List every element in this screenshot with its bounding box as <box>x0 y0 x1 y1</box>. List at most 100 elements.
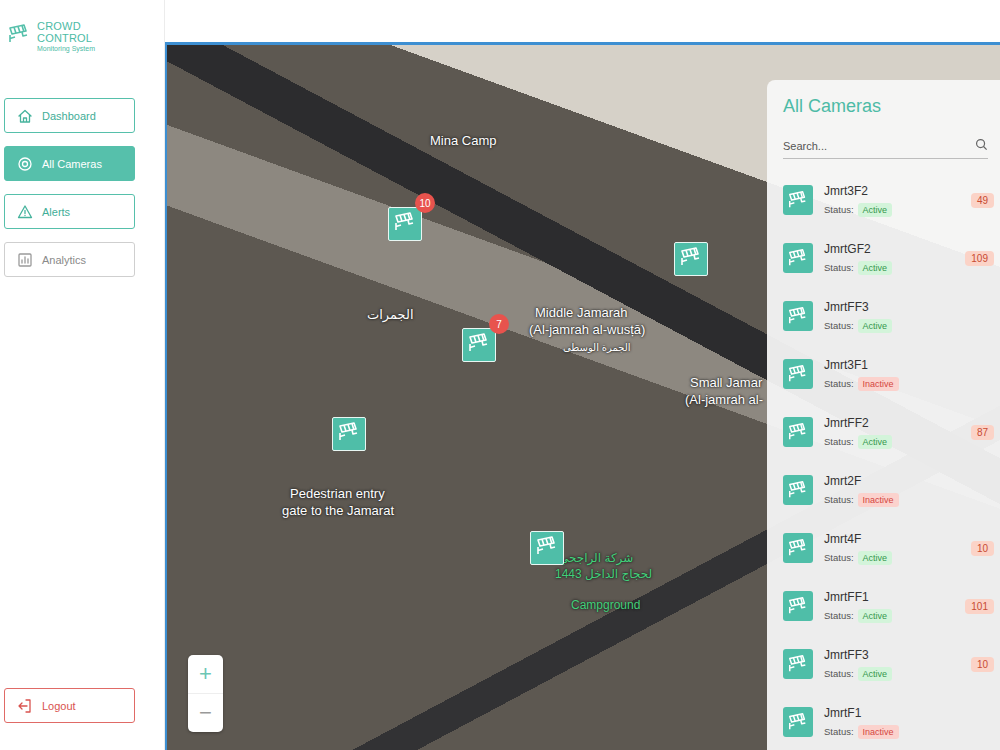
camera-name: JmrtF1 <box>824 706 899 720</box>
camera-icon <box>783 591 813 621</box>
status-label: Status: <box>824 262 854 273</box>
camera-pin[interactable] <box>674 242 708 276</box>
camera-icon <box>783 533 813 563</box>
camera-info: JmrtFF3Status:Active <box>824 648 892 681</box>
camera-pin[interactable]: 10 <box>388 207 422 241</box>
camera-name: JmrtGF2 <box>824 242 892 256</box>
camera-icon <box>783 417 813 447</box>
camera-icon <box>17 156 33 172</box>
camera-icon <box>393 210 417 238</box>
camera-row[interactable]: Jmrt3F1 Status:Inactive <box>783 345 994 403</box>
camera-row[interactable]: JmrtFF3Status:Active 10 <box>783 635 994 693</box>
camera-icon <box>783 185 813 215</box>
pin-badge: 10 <box>415 193 435 213</box>
camera-icon <box>783 475 813 505</box>
status-pill: Inactive <box>858 725 899 739</box>
map-label: Mina Camp <box>430 133 496 148</box>
map-label: gate to the Jamarat <box>282 503 394 518</box>
camera-icon <box>535 534 559 562</box>
camera-panel: All Cameras Jmrt3F2Status:Active49 JmrtGF2… <box>767 80 1000 750</box>
logo-text: CROWD CONTROLMonitoring System <box>37 20 135 52</box>
camera-info: JmrtFF1 Status: Active <box>824 590 892 623</box>
status-label: Status: <box>824 726 854 737</box>
logo-subtitle: Monitoring System <box>37 45 135 52</box>
warning-icon <box>17 204 33 220</box>
camera-row[interactable]: Jmrt4FStatus:Active10 <box>783 519 994 577</box>
map-label: (Al-jamrah al-wusṭā) <box>529 322 645 337</box>
search-bar <box>783 134 988 159</box>
camera-status: Status:Active <box>824 435 892 449</box>
map-label: الجمرات <box>367 307 414 322</box>
camera-icon <box>783 707 813 737</box>
status-pill: Inactive <box>858 493 899 507</box>
count-badge: 10 <box>971 657 994 672</box>
status-pill: Active <box>858 203 893 217</box>
map-label: Small Jamar <box>690 375 762 390</box>
camera-icon <box>783 359 813 389</box>
camera-status: Status: Active <box>824 551 892 565</box>
logo-title: CROWD CONTROL <box>37 20 135 44</box>
camera-pin[interactable]: 7 <box>462 328 496 362</box>
camera-pin[interactable] <box>530 531 564 565</box>
count-badge: 87 <box>971 425 994 440</box>
sidebar-item-label: All Cameras <box>42 158 102 170</box>
camera-row[interactable]: Jmrt3F2Status:Active49 <box>783 171 994 229</box>
map-label: (Al-jamrah al- <box>685 392 763 407</box>
camera-logo-icon <box>7 22 31 50</box>
camera-name: Jmrt4F <box>824 532 892 546</box>
map[interactable]: Mina Camp الجمرات Middle Jamarah (Al-jamrah… <box>165 42 1000 750</box>
main-area: Mina Camp الجمرات Middle Jamarah (Al-jamrah… <box>165 0 1000 750</box>
sidebar-item[interactable]: Alerts <box>4 194 135 229</box>
zoom-control: +− <box>188 655 223 732</box>
camera-icon <box>467 331 491 359</box>
camera-info: Jmrt2FStatus:Inactive <box>824 474 899 507</box>
panel-title: All Cameras <box>783 96 994 118</box>
zoom-out-button[interactable]: − <box>188 693 223 732</box>
sidebar-item[interactable]: All Cameras <box>4 146 135 181</box>
logout-icon <box>17 698 33 714</box>
camera-info: JmrtGF2 Status: Active <box>824 242 892 275</box>
sidebar-item-label: Dashboard <box>42 110 96 122</box>
status-pill: Active <box>858 609 893 623</box>
camera-name: JmrtFF1 <box>824 590 892 604</box>
status-pill: Active <box>858 319 893 333</box>
camera-list: Jmrt3F2Status:Active49 JmrtGF2 Status: Acti… <box>783 171 994 750</box>
camera-name: JmrtFF3 <box>824 300 892 314</box>
camera-row[interactable]: JmrtFF3 Status: Active <box>783 287 994 345</box>
sidebar-item[interactable]: Dashboard <box>4 98 135 133</box>
pin-badge: 7 <box>489 314 509 334</box>
logo: CROWD CONTROLMonitoring System <box>7 20 135 52</box>
camera-icon <box>337 420 361 448</box>
sidebar-item[interactable]: Analytics <box>4 242 135 277</box>
camera-row[interactable]: Jmrt2FStatus:Inactive <box>783 461 994 519</box>
camera-row[interactable]: JmrtF1 Status: Inactive <box>783 693 994 750</box>
map-label: Campground <box>571 598 640 612</box>
camera-status: Status: Inactive <box>824 725 899 739</box>
status-label: Status: <box>824 610 854 621</box>
zoom-in-button[interactable]: + <box>188 655 223 693</box>
status-label: Status: <box>824 494 854 505</box>
camera-status: Status:Inactive <box>824 377 899 391</box>
camera-row[interactable]: JmrtGF2Status:Active109 <box>783 229 994 287</box>
camera-pin[interactable] <box>332 417 366 451</box>
camera-status: Status:Active <box>824 667 892 681</box>
camera-row[interactable]: JmrtFF2 Status:Active 87 <box>783 403 994 461</box>
sidebar-nav: Dashboard All Cameras Alerts Analytics <box>4 98 135 277</box>
camera-status: Status: Active <box>824 319 892 333</box>
camera-row[interactable]: JmrtFF1Status:Active101 <box>783 577 994 635</box>
status-pill: Active <box>858 261 893 275</box>
camera-name: JmrtFF2 <box>824 416 892 430</box>
camera-icon <box>679 245 703 273</box>
status-label: Status: <box>824 552 854 563</box>
camera-info: JmrtF1 Status: Inactive <box>824 706 899 739</box>
camera-info: JmrtFF2 Status:Active <box>824 416 892 449</box>
status-pill: Active <box>858 551 893 565</box>
logout-button[interactable]: Logout <box>4 688 135 723</box>
camera-status: Status: Inactive <box>824 493 899 507</box>
status-label: Status: <box>824 320 854 331</box>
search-input[interactable] <box>783 138 975 154</box>
sidebar-item-label: Alerts <box>42 206 70 218</box>
map-label: Middle Jamarah <box>535 305 628 320</box>
camera-name: Jmrt3F1 <box>824 358 899 372</box>
top-bar <box>165 0 1000 42</box>
